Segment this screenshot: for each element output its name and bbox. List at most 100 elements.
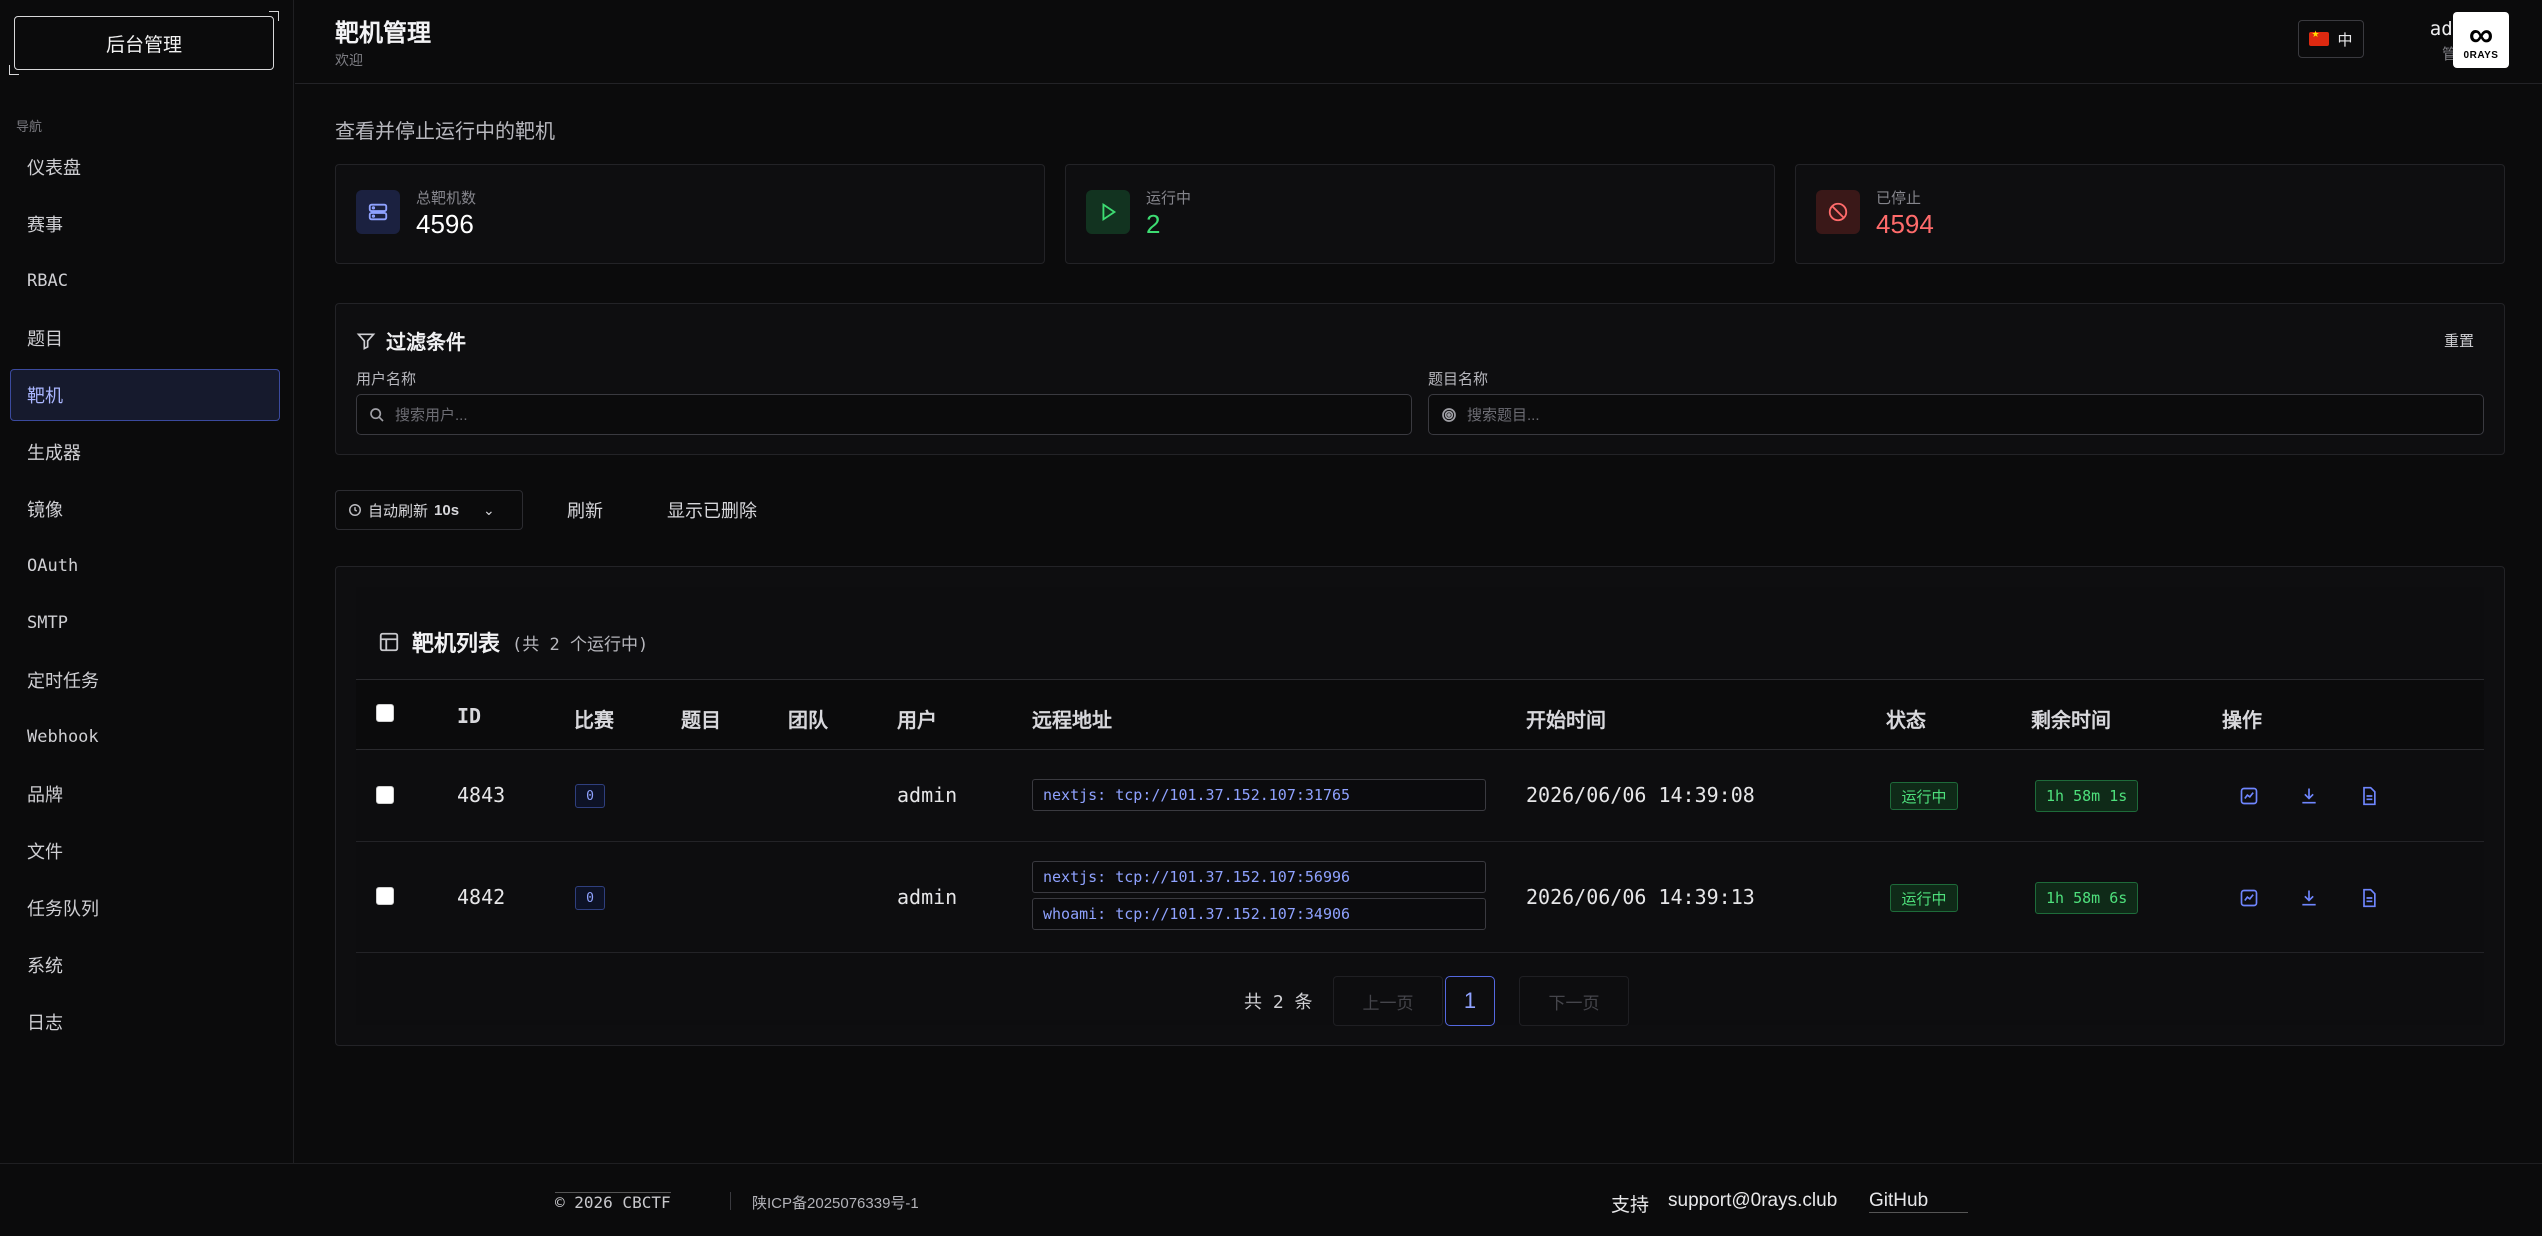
filter-title: 过滤条件 <box>356 326 466 355</box>
table-header: ID 比赛 题目 团队 用户 远程地址 开始时间 状态 剩余时间 操作 <box>356 679 2484 750</box>
stat-value: 4596 <box>416 209 474 239</box>
contest-badge: 0 <box>575 886 605 910</box>
column-header-contest: 比赛 <box>574 710 614 732</box>
nav-section-title: 导航 <box>16 119 43 134</box>
table-running-count: (共 2 个运行中) <box>512 634 649 655</box>
sidebar-item-brand[interactable]: 品牌 <box>10 768 280 820</box>
avatar[interactable]: ∞ 0RAYS <box>2453 12 2509 68</box>
footer: © 2026 CBCTF 陕ICP备2025076339号-1 支持 suppo… <box>0 1163 2542 1236</box>
sidebar-item-images[interactable]: 镜像 <box>10 483 280 535</box>
table-row: 4842 0 admin nextjs: tcp://101.37.152.10… <box>356 843 2484 953</box>
challenge-search-placeholder: 搜索题目... <box>1467 407 1540 424</box>
sidebar-item-oauth[interactable]: OAuth <box>10 540 280 592</box>
stat-label: 已停止 <box>1876 190 1922 207</box>
clock-icon <box>349 504 361 516</box>
column-header-team: 团队 <box>788 710 828 732</box>
footer-copyright: © 2026 CBCTF <box>555 1192 671 1212</box>
chart-icon[interactable] <box>2238 887 2260 909</box>
chart-icon[interactable] <box>2238 785 2260 807</box>
download-icon[interactable] <box>2298 887 2320 909</box>
auto-refresh-interval: 10s <box>434 501 460 519</box>
language-switch-button[interactable]: 中 <box>2298 20 2364 58</box>
column-header-start-time: 开始时间 <box>1526 710 1606 732</box>
footer-email-link[interactable]: support@0rays.club <box>1668 1190 1837 1212</box>
stat-card-stopped: 已停止 4594 <box>1795 164 2505 264</box>
remote-address[interactable]: nextjs: tcp://101.37.152.107:56996 <box>1032 861 1486 893</box>
user-search-placeholder: 搜索用户... <box>395 407 468 424</box>
sidebar-nav: 仪表盘 赛事 RBAC 题目 靶机 生成器 镜像 OAuth SMTP 定时任务… <box>10 141 280 1053</box>
row-start-time: 2026/06/06 14:39:13 <box>1526 885 1755 909</box>
target-icon <box>1442 407 1456 422</box>
infinity-logo-icon: ∞ <box>2468 15 2494 54</box>
download-icon[interactable] <box>2298 785 2320 807</box>
target-table-card: 靶机列表 (共 2 个运行中) ID 比赛 题目 团队 用户 远程地址 开始时间… <box>335 566 2505 1046</box>
sidebar-item-dashboard[interactable]: 仪表盘 <box>10 141 280 193</box>
row-id: 4843 <box>457 783 506 807</box>
footer-icp-link[interactable]: 陕ICP备2025076339号-1 <box>752 1192 919 1213</box>
filter-panel: 过滤条件 重置 用户名称 搜索用户... 题目名称 搜索题目... <box>335 303 2505 455</box>
file-log-icon[interactable] <box>2358 785 2380 807</box>
file-log-icon[interactable] <box>2358 887 2380 909</box>
sidebar-item-rbac[interactable]: RBAC <box>10 255 280 307</box>
pagination-total: 共 2 条 <box>1244 992 1313 1013</box>
table-title-text: 靶机列表 <box>412 631 501 656</box>
status-badge: 运行中 <box>1890 782 1958 810</box>
sidebar-item-cron[interactable]: 定时任务 <box>10 654 280 706</box>
auto-refresh-select[interactable]: 自动刷新 10s ⌄ <box>335 490 523 530</box>
table-container: 靶机列表 (共 2 个运行中) ID 比赛 题目 团队 用户 远程地址 开始时间… <box>356 587 2484 1026</box>
show-deleted-button[interactable]: 显示已删除 <box>667 497 757 523</box>
filter-reset-button[interactable]: 重置 <box>2444 330 2474 351</box>
stat-value: 4594 <box>1876 209 1934 239</box>
corner-decoration <box>269 11 279 21</box>
page-subtitle: 欢迎 <box>335 52 363 68</box>
row-checkbox[interactable] <box>376 887 394 905</box>
sidebar-item-webhook[interactable]: Webhook <box>10 711 280 763</box>
corner-decoration <box>9 65 19 75</box>
contest-badge: 0 <box>575 784 605 808</box>
footer-github-link[interactable]: GitHub <box>1869 1190 1969 1213</box>
column-header-remaining: 剩余时间 <box>2031 710 2111 732</box>
page-description: 查看并停止运行中的靶机 <box>335 121 555 143</box>
page-number-button[interactable]: 1 <box>1445 976 1495 1026</box>
remaining-badge: 1h 58m 1s <box>2035 780 2139 812</box>
sidebar-item-targets[interactable]: 靶机 <box>10 369 280 421</box>
sidebar-item-files[interactable]: 文件 <box>10 825 280 877</box>
remote-address[interactable]: nextjs: tcp://101.37.152.107:31765 <box>1032 779 1486 811</box>
stat-value: 2 <box>1146 209 1161 239</box>
sidebar-item-contests[interactable]: 赛事 <box>10 198 280 250</box>
china-flag-icon <box>2309 29 2330 46</box>
avatar-text: 0RAYS <box>2463 49 2499 61</box>
next-page-button[interactable]: 下一页 <box>1519 976 1629 1026</box>
sidebar-item-smtp[interactable]: SMTP <box>10 597 280 649</box>
language-label: 中 <box>2337 31 2353 49</box>
server-icon <box>356 190 400 234</box>
remote-address[interactable]: whoami: tcp://101.37.152.107:34906 <box>1032 898 1486 930</box>
brand-button[interactable]: 后台管理 <box>9 11 279 75</box>
sidebar-item-system[interactable]: 系统 <box>10 939 280 991</box>
table-title: 靶机列表 (共 2 个运行中) <box>378 626 648 658</box>
chevron-down-icon: ⌄ <box>483 501 495 518</box>
sidebar-item-generators[interactable]: 生成器 <box>10 426 280 478</box>
prev-page-button[interactable]: 上一页 <box>1333 976 1443 1026</box>
sidebar-item-challenges[interactable]: 题目 <box>10 312 280 364</box>
refresh-button[interactable]: 刷新 <box>567 497 603 523</box>
column-header-id: ID <box>457 704 482 728</box>
column-header-challenge: 题目 <box>681 710 721 732</box>
row-checkbox[interactable] <box>376 786 394 804</box>
challenge-search-input[interactable]: 搜索题目... <box>1428 394 2484 435</box>
select-all-checkbox[interactable] <box>376 704 394 722</box>
column-header-actions: 操作 <box>2222 710 2262 732</box>
filter-icon <box>356 333 376 350</box>
sidebar-item-task-queue[interactable]: 任务队列 <box>10 882 280 934</box>
stat-card-running: 运行中 2 <box>1065 164 1775 264</box>
auto-refresh-label: 自动刷新 <box>368 502 429 520</box>
sidebar-item-logs[interactable]: 日志 <box>10 996 280 1048</box>
pagination: 共 2 条 上一页 1 下一页 <box>356 976 2484 1026</box>
main-content: 查看并停止运行中的靶机 总靶机数 4596 运行中 2 已停止 4594 过滤条… <box>295 85 2542 1163</box>
page-title: 靶机管理 <box>335 20 431 47</box>
user-search-input[interactable]: 搜索用户... <box>356 394 1412 435</box>
play-icon <box>1086 190 1130 234</box>
column-header-remote: 远程地址 <box>1032 710 1112 732</box>
column-header-user: 用户 <box>897 710 937 732</box>
search-icon <box>370 407 384 422</box>
